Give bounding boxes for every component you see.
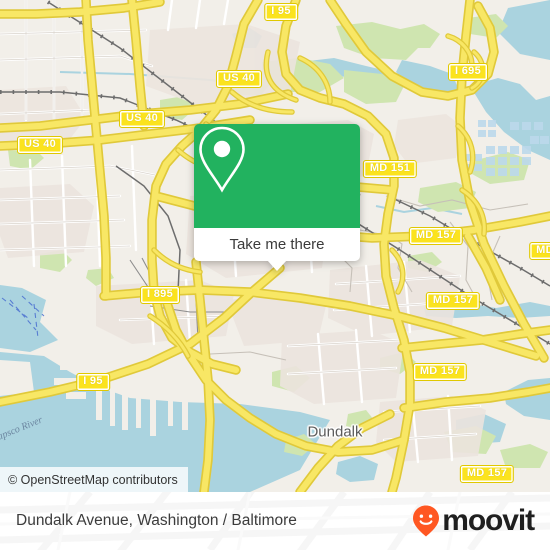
footer-bar: Dundalk Avenue, Washington / Baltimore m… [0,492,550,550]
road-shield: I 95 [76,373,110,391]
footer-content: Dundalk Avenue, Washington / Baltimore m… [0,492,550,550]
moovit-smiley-pin-icon [413,505,440,537]
road-shield: MD [529,242,550,260]
map-canvas[interactable]: I 95 I 695 US 40 US 40 US 40 MD 151 MD 157 MD I … [0,0,550,492]
location-title: Dundalk Avenue, Washington / Baltimore [16,512,297,529]
road-shield: US 40 [215,70,263,88]
take-me-there-label: Take me there [229,236,325,253]
road-shield: MD 157 [425,292,481,310]
map-attribution[interactable]: © OpenStreetMap contributors [0,467,188,492]
road-shield: MD 151 [362,160,418,178]
road-shield: I 95 [264,3,298,21]
place-label: Dundalk [307,423,363,441]
destination-popup-card[interactable]: Take me there [194,124,360,271]
take-me-there-button[interactable]: Take me there [194,228,360,271]
popup-icon-area [194,124,360,228]
location-pin-icon [199,126,245,193]
road-shield: I 895 [140,286,180,304]
road-shield: I 695 [448,63,488,81]
road-shield: US 40 [118,110,166,128]
attribution-text: © OpenStreetMap contributors [8,472,178,487]
screenshot-root: I 95 I 695 US 40 US 40 US 40 MD 151 MD 157 MD I … [0,0,550,550]
moovit-logo[interactable]: moovit [411,504,535,538]
popup-pointer-tail [267,260,287,271]
road-shield: US 40 [16,136,64,154]
moovit-wordmark: moovit [442,504,535,537]
road-shield: MD 157 [408,227,464,245]
road-shield: MD 157 [412,363,468,381]
road-shield: MD 157 [459,465,515,483]
